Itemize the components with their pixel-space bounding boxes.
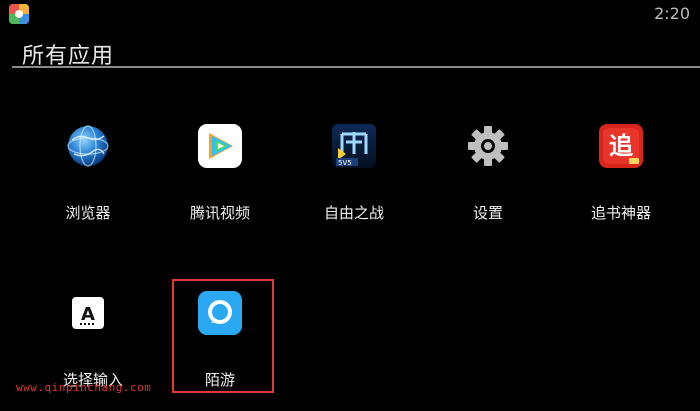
app-store-icon[interactable] bbox=[9, 4, 29, 24]
app-tile-freedom-war[interactable]: 5V5 自由之战 bbox=[289, 124, 419, 244]
status-bar: 2:20 bbox=[0, 0, 700, 28]
keyboard-a-icon: A bbox=[66, 291, 110, 335]
app-tile-browser[interactable]: 浏览器 bbox=[23, 124, 153, 244]
app-tile-book-reader[interactable]: 追 追书神器 bbox=[556, 124, 686, 244]
app-label: 追书神器 bbox=[590, 204, 651, 222]
app-label: 浏览器 bbox=[65, 204, 111, 222]
selection-highlight bbox=[172, 279, 274, 393]
globe-icon bbox=[66, 124, 110, 168]
app-tile-settings[interactable]: 设置 bbox=[423, 124, 553, 244]
gear-icon bbox=[466, 124, 510, 168]
book-icon: 追 bbox=[599, 124, 643, 168]
game-icon: 5V5 bbox=[332, 124, 376, 168]
clock: 2:20 bbox=[654, 4, 690, 23]
app-tile-tencent-video[interactable]: 腾讯视频 bbox=[155, 124, 285, 244]
svg-text:A: A bbox=[81, 304, 95, 325]
svg-text:追: 追 bbox=[609, 132, 634, 160]
app-label: 设置 bbox=[472, 204, 503, 222]
video-play-icon bbox=[198, 124, 242, 168]
app-label: 腾讯视频 bbox=[189, 204, 250, 222]
svg-text:5V5: 5V5 bbox=[338, 159, 352, 167]
title-divider bbox=[12, 66, 700, 68]
app-label: 自由之战 bbox=[323, 204, 384, 222]
watermark: www.qinpinchang.com bbox=[16, 381, 152, 394]
